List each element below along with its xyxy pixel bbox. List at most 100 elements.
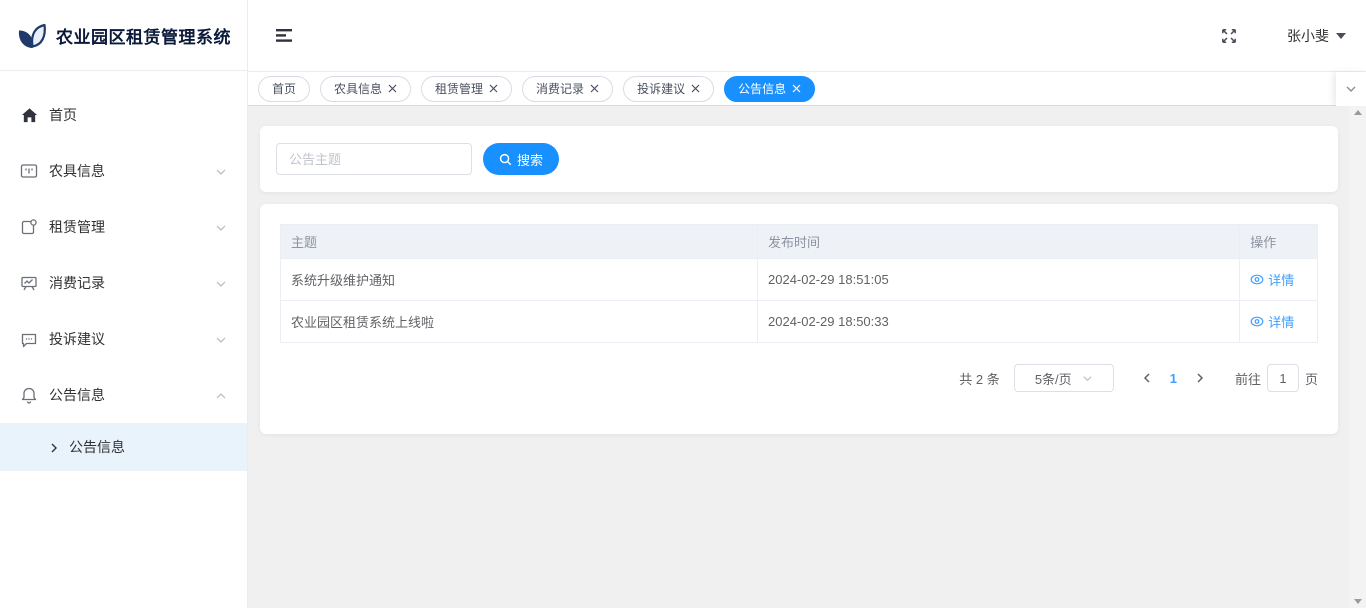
tabs-bar: 首页 农具信息 租赁管理 消费记录 投诉建议 公告信息 — [248, 71, 1366, 106]
sidebar-item-complaints[interactable]: 投诉建议 — [0, 311, 247, 367]
cell-published: 2024-02-29 18:51:05 — [758, 259, 1240, 301]
tabs-more-button[interactable] — [1336, 72, 1366, 106]
search-button-label: 搜索 — [517, 150, 543, 169]
user-name: 张小斐 — [1287, 26, 1329, 46]
col-header-published: 发布时间 — [758, 225, 1240, 259]
chevron-right-icon — [48, 441, 60, 453]
current-page[interactable]: 1 — [1166, 371, 1181, 386]
content-area: 搜索 主题 发布时间 操作 系统升级维护通知 — [248, 106, 1366, 608]
detail-link-label: 详情 — [1268, 270, 1294, 289]
table-row: 农业园区租赁系统上线啦 2024-02-29 18:50:33 详情 — [281, 301, 1318, 343]
next-page-button[interactable] — [1181, 372, 1219, 384]
chevron-down-icon — [215, 221, 227, 233]
pagination-total: 共 2 条 — [959, 369, 999, 388]
board-chart-icon — [20, 274, 38, 292]
search-panel: 搜索 — [260, 126, 1338, 192]
topbar: 张小斐 — [248, 0, 1366, 71]
cell-published: 2024-02-29 18:50:33 — [758, 301, 1240, 343]
close-icon[interactable] — [489, 84, 498, 93]
close-icon[interactable] — [590, 84, 599, 93]
cell-actions: 详情 — [1240, 301, 1318, 343]
close-icon[interactable] — [792, 84, 801, 93]
tab-label: 公告信息 — [738, 80, 786, 97]
main-area: 张小斐 首页 农具信息 租赁管理 消费记录 投诉建议 — [248, 0, 1366, 608]
collapse-sidebar-icon[interactable] — [272, 24, 297, 47]
page-size-select[interactable]: 5条/页 — [1014, 364, 1114, 392]
eye-icon — [1250, 274, 1264, 285]
sidebar-item-announcements[interactable]: 公告信息 — [0, 367, 247, 423]
app-window: 农业园区租赁管理系统 首页 农具信息 — [0, 0, 1366, 608]
search-input[interactable] — [276, 143, 472, 175]
app-title: 农业园区租赁管理系统 — [56, 23, 231, 48]
chevron-down-icon — [215, 165, 227, 177]
topbar-right: 张小斐 — [1217, 24, 1346, 48]
sidebar-item-label: 农具信息 — [49, 161, 215, 181]
bell-icon — [20, 386, 38, 404]
sidebar: 农业园区租赁管理系统 首页 农具信息 — [0, 0, 248, 608]
tab-consume-records[interactable]: 消费记录 — [522, 76, 613, 102]
chevron-down-icon — [215, 277, 227, 289]
app-logo-icon — [16, 19, 48, 51]
sidebar-item-label: 租赁管理 — [49, 217, 215, 237]
eye-icon — [1250, 316, 1264, 327]
fullscreen-icon[interactable] — [1217, 24, 1241, 48]
prev-page-button[interactable] — [1128, 372, 1166, 384]
chevron-up-icon — [215, 389, 227, 401]
sidebar-item-tools-info[interactable]: 农具信息 — [0, 143, 247, 199]
chevron-down-icon — [1345, 83, 1357, 95]
detail-link[interactable]: 详情 — [1250, 270, 1294, 289]
scroll-down-arrow-icon[interactable] — [1354, 599, 1362, 604]
announcements-table: 主题 发布时间 操作 系统升级维护通知 2024-02-29 18:51:05 — [280, 224, 1318, 343]
col-header-actions: 操作 — [1240, 225, 1318, 259]
home-icon — [20, 106, 38, 124]
caret-down-icon — [1336, 33, 1346, 39]
chevron-right-icon — [1195, 372, 1205, 384]
detail-link[interactable]: 详情 — [1250, 312, 1294, 331]
sidebar-item-label: 首页 — [49, 105, 227, 125]
sidebar-item-lease-mgmt[interactable]: 租赁管理 — [0, 199, 247, 255]
chevron-left-icon — [1142, 372, 1152, 384]
tab-tools-info[interactable]: 农具信息 — [320, 76, 411, 102]
tab-lease-mgmt[interactable]: 租赁管理 — [421, 76, 512, 102]
goto-label: 前往 — [1235, 369, 1261, 388]
close-icon[interactable] — [691, 84, 700, 93]
search-button[interactable]: 搜索 — [483, 143, 559, 175]
sidebar-item-home[interactable]: 首页 — [0, 87, 247, 143]
sidebar-item-consume-records[interactable]: 消费记录 — [0, 255, 247, 311]
chevron-down-icon — [215, 333, 227, 345]
pagination: 共 2 条 5条/页 1 前往 页 — [280, 364, 1318, 392]
sidebar-subitem-label: 公告信息 — [69, 437, 125, 457]
vertical-scrollbar[interactable] — [1349, 106, 1366, 608]
announcements-panel: 主题 发布时间 操作 系统升级维护通知 2024-02-29 18:51:05 — [260, 204, 1338, 434]
col-header-subject: 主题 — [281, 225, 758, 259]
close-icon[interactable] — [388, 84, 397, 93]
tab-announcements[interactable]: 公告信息 — [724, 76, 815, 102]
sidebar-item-label: 投诉建议 — [49, 329, 215, 349]
tab-complaints[interactable]: 投诉建议 — [623, 76, 714, 102]
page-size-value: 5条/页 — [1035, 369, 1072, 388]
search-icon — [499, 153, 512, 166]
goto-page-input[interactable] — [1267, 364, 1299, 392]
tab-label: 农具信息 — [334, 80, 382, 97]
document-icon — [20, 218, 38, 236]
cell-actions: 详情 — [1240, 259, 1318, 301]
sidebar-menu: 首页 农具信息 租赁管理 — [0, 71, 247, 471]
tab-label: 投诉建议 — [637, 80, 685, 97]
tab-label: 首页 — [272, 80, 296, 97]
table-row: 系统升级维护通知 2024-02-29 18:51:05 详情 — [281, 259, 1318, 301]
table-header-row: 主题 发布时间 操作 — [281, 225, 1318, 259]
user-menu[interactable]: 张小斐 — [1287, 26, 1346, 46]
tab-home[interactable]: 首页 — [258, 76, 310, 102]
tab-label: 租赁管理 — [435, 80, 483, 97]
tab-label: 消费记录 — [536, 80, 584, 97]
sidebar-item-label: 消费记录 — [49, 273, 215, 293]
scroll-up-arrow-icon[interactable] — [1354, 110, 1362, 115]
sidebar-item-label: 公告信息 — [49, 385, 215, 405]
chevron-down-icon — [1082, 373, 1093, 384]
grid-icon — [20, 162, 38, 180]
chat-icon — [20, 330, 38, 348]
cell-subject: 系统升级维护通知 — [281, 259, 758, 301]
detail-link-label: 详情 — [1268, 312, 1294, 331]
goto-unit-label: 页 — [1305, 369, 1318, 388]
sidebar-subitem-announcements[interactable]: 公告信息 — [0, 423, 247, 471]
